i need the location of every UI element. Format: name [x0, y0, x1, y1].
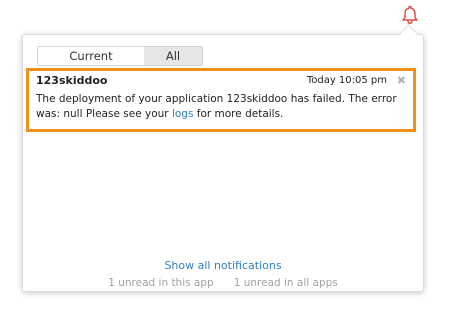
show-all-notifications-link[interactable]: Show all notifications	[164, 259, 281, 272]
notification-item[interactable]: 123skiddoo Today 10:05 pm ✖ The deployme…	[26, 68, 416, 132]
bell-icon[interactable]	[401, 5, 419, 25]
notification-message: The deployment of your application 123sk…	[36, 92, 408, 122]
notification-message-suffix: for more details.	[193, 108, 284, 120]
tab-all[interactable]: All	[144, 47, 202, 65]
tab-current-application[interactable]: Current application	[38, 47, 144, 65]
unread-counts: 1 unread in this app 1 unread in all apps	[23, 277, 423, 289]
notifications-footer: Show all notifications 1 unread in this …	[23, 254, 423, 289]
close-icon[interactable]: ✖	[397, 74, 406, 87]
notification-app-name: 123skiddoo	[36, 74, 108, 87]
notification-timestamp: Today 10:05 pm	[306, 75, 387, 86]
notifications-popover: Current application All 123skiddoo Today…	[22, 34, 424, 292]
notification-filter-tabs: Current application All	[37, 46, 203, 66]
unread-in-app-count: 1 unread in this app	[108, 277, 214, 289]
logs-link[interactable]: logs	[172, 108, 193, 120]
unread-in-all-count: 1 unread in all apps	[233, 277, 338, 289]
